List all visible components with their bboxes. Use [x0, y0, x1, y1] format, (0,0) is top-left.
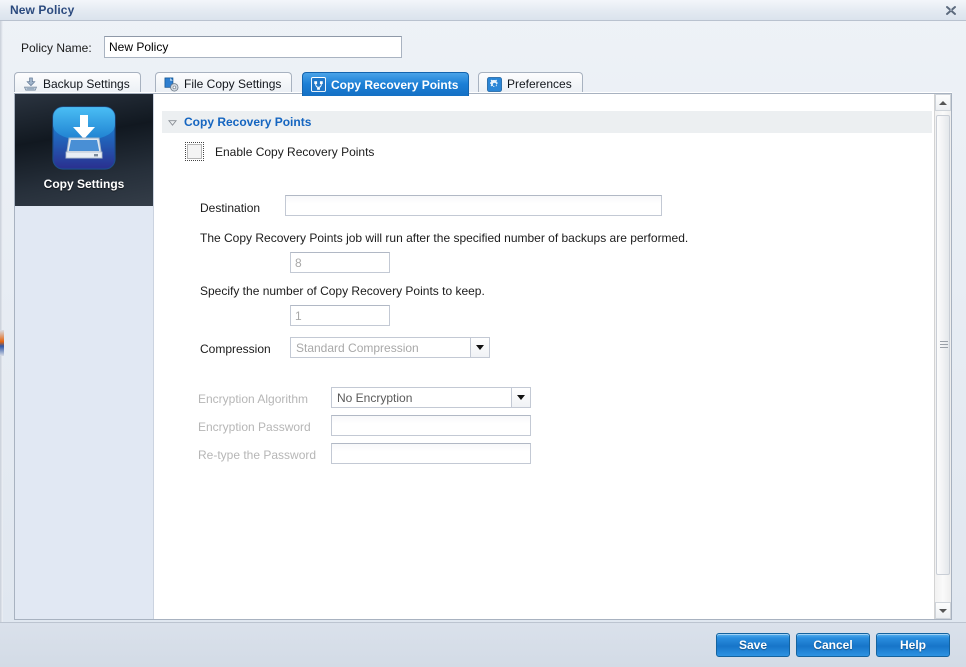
content-area: Copy Recovery Points Enable Copy Recover…	[154, 94, 951, 619]
destination-label: Destination	[200, 201, 260, 215]
policy-name-label: Policy Name:	[21, 41, 92, 55]
chevron-down-icon[interactable]	[470, 338, 489, 357]
number-of-backups-input[interactable]	[290, 252, 390, 273]
content-vertical-scrollbar[interactable]	[934, 94, 951, 619]
retype-password-input[interactable]	[331, 443, 531, 464]
tab-label: File Copy Settings	[184, 77, 281, 91]
gear-icon	[487, 77, 502, 92]
encryption-algorithm-select[interactable]: No Encryption	[331, 387, 531, 408]
tab-label: Copy Recovery Points	[331, 78, 458, 92]
help-button[interactable]: Help	[876, 633, 950, 657]
scroll-up-button[interactable]	[935, 94, 951, 111]
compression-select[interactable]: Standard Compression	[290, 337, 490, 358]
encryption-algorithm-value: No Encryption	[332, 391, 511, 405]
dialog-footer: Save Cancel Help	[0, 622, 966, 667]
close-icon[interactable]	[942, 2, 960, 19]
encryption-password-label: Encryption Password	[198, 420, 311, 434]
destination-input[interactable]	[285, 195, 662, 216]
sidebar: Copy Settings	[15, 94, 154, 619]
copy-settings-disk-icon	[52, 106, 116, 170]
cancel-button[interactable]: Cancel	[796, 633, 870, 657]
encryption-algorithm-label: Encryption Algorithm	[198, 392, 308, 406]
tab-copy-recovery-points[interactable]: Copy Recovery Points	[302, 72, 469, 96]
file-copy-icon	[164, 77, 179, 92]
title-bar: New Policy	[0, 0, 966, 21]
triangle-down-icon	[168, 118, 177, 127]
section-title: Copy Recovery Points	[184, 115, 311, 129]
sidebar-item-label: Copy Settings	[44, 177, 125, 191]
copy-recovery-icon	[311, 77, 326, 92]
recovery-points-to-keep-input[interactable]	[290, 305, 390, 326]
backups-note: The Copy Recovery Points job will run af…	[200, 231, 688, 245]
backup-disk-icon	[23, 77, 38, 92]
encryption-password-input[interactable]	[331, 415, 531, 436]
retype-password-label: Re-type the Password	[198, 448, 316, 462]
window-title: New Policy	[10, 3, 74, 17]
content-scroll-area: Copy Recovery Points Enable Copy Recover…	[154, 94, 934, 619]
tab-label: Backup Settings	[43, 77, 130, 91]
save-button[interactable]: Save	[716, 633, 790, 657]
scrollbar-thumb[interactable]	[936, 115, 950, 575]
policy-name-input[interactable]	[104, 36, 402, 58]
new-policy-dialog: New Policy Policy Name:	[0, 0, 966, 667]
sidebar-item-copy-settings[interactable]: Copy Settings	[15, 94, 153, 206]
tab-label: Preferences	[507, 77, 572, 91]
scrollbar-grip-icon	[940, 341, 948, 349]
compression-value: Standard Compression	[291, 341, 470, 355]
compression-label: Compression	[200, 342, 271, 356]
enable-copy-recovery-points-row[interactable]: Enable Copy Recovery Points	[187, 144, 374, 159]
enable-copy-recovery-points-label: Enable Copy Recovery Points	[215, 145, 374, 159]
main-panel: Copy Settings Copy Recovery Points Enabl…	[14, 93, 952, 620]
scroll-down-button[interactable]	[935, 602, 951, 619]
enable-copy-recovery-points-checkbox[interactable]	[187, 144, 202, 159]
keep-note: Specify the number of Copy Recovery Poin…	[200, 284, 485, 298]
chevron-down-icon[interactable]	[511, 388, 530, 407]
section-header-copy-recovery-points[interactable]: Copy Recovery Points	[162, 111, 932, 133]
window-edge-marker	[0, 330, 4, 356]
tab-strip: Backup Settings File Copy Settings Copy …	[14, 72, 952, 94]
